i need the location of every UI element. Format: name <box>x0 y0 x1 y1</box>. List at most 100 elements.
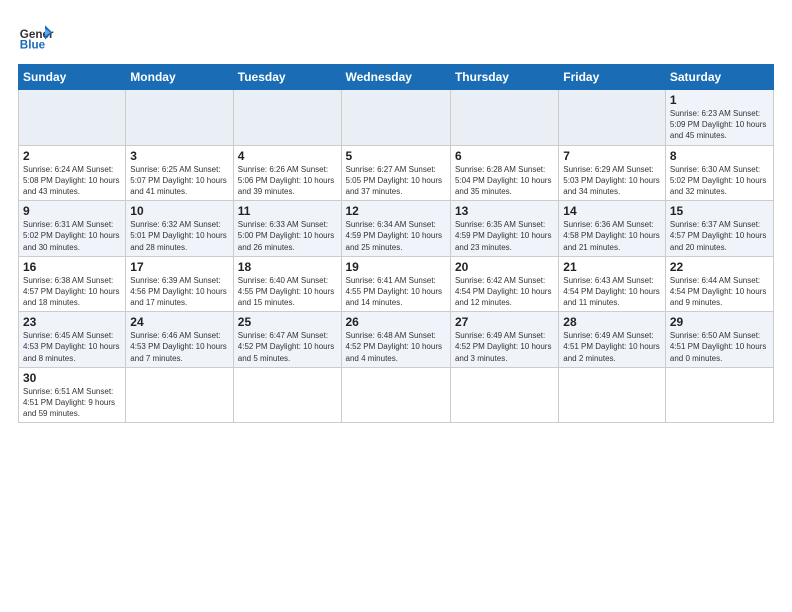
day-number: 11 <box>238 204 337 218</box>
calendar-cell: 2Sunrise: 6:24 AM Sunset: 5:08 PM Daylig… <box>19 145 126 201</box>
calendar-cell <box>233 90 341 146</box>
day-number: 18 <box>238 260 337 274</box>
calendar-cell <box>341 90 450 146</box>
calendar-cell: 5Sunrise: 6:27 AM Sunset: 5:05 PM Daylig… <box>341 145 450 201</box>
calendar-cell <box>19 90 126 146</box>
day-info: Sunrise: 6:31 AM Sunset: 5:02 PM Dayligh… <box>23 219 121 253</box>
day-info: Sunrise: 6:30 AM Sunset: 5:02 PM Dayligh… <box>670 164 769 198</box>
calendar-cell: 8Sunrise: 6:30 AM Sunset: 5:02 PM Daylig… <box>665 145 773 201</box>
calendar-cell: 17Sunrise: 6:39 AM Sunset: 4:56 PM Dayli… <box>126 256 233 312</box>
week-row-3: 9Sunrise: 6:31 AM Sunset: 5:02 PM Daylig… <box>19 201 774 257</box>
weekday-header-monday: Monday <box>126 65 233 90</box>
day-number: 1 <box>670 93 769 107</box>
day-number: 3 <box>130 149 228 163</box>
day-info: Sunrise: 6:45 AM Sunset: 4:53 PM Dayligh… <box>23 330 121 364</box>
day-number: 26 <box>346 315 446 329</box>
day-info: Sunrise: 6:26 AM Sunset: 5:06 PM Dayligh… <box>238 164 337 198</box>
calendar-cell: 25Sunrise: 6:47 AM Sunset: 4:52 PM Dayli… <box>233 312 341 368</box>
day-info: Sunrise: 6:38 AM Sunset: 4:57 PM Dayligh… <box>23 275 121 309</box>
calendar-cell <box>233 367 341 423</box>
calendar-cell <box>126 90 233 146</box>
day-number: 5 <box>346 149 446 163</box>
day-number: 23 <box>23 315 121 329</box>
day-number: 25 <box>238 315 337 329</box>
calendar-cell: 16Sunrise: 6:38 AM Sunset: 4:57 PM Dayli… <box>19 256 126 312</box>
week-row-4: 16Sunrise: 6:38 AM Sunset: 4:57 PM Dayli… <box>19 256 774 312</box>
calendar-cell: 27Sunrise: 6:49 AM Sunset: 4:52 PM Dayli… <box>450 312 558 368</box>
calendar-cell <box>559 90 666 146</box>
day-number: 2 <box>23 149 121 163</box>
calendar-cell: 22Sunrise: 6:44 AM Sunset: 4:54 PM Dayli… <box>665 256 773 312</box>
calendar-cell: 11Sunrise: 6:33 AM Sunset: 5:00 PM Dayli… <box>233 201 341 257</box>
day-info: Sunrise: 6:47 AM Sunset: 4:52 PM Dayligh… <box>238 330 337 364</box>
calendar-cell: 28Sunrise: 6:49 AM Sunset: 4:51 PM Dayli… <box>559 312 666 368</box>
weekday-header-row: SundayMondayTuesdayWednesdayThursdayFrid… <box>19 65 774 90</box>
day-info: Sunrise: 6:29 AM Sunset: 5:03 PM Dayligh… <box>563 164 661 198</box>
calendar-cell: 12Sunrise: 6:34 AM Sunset: 4:59 PM Dayli… <box>341 201 450 257</box>
day-number: 9 <box>23 204 121 218</box>
day-number: 14 <box>563 204 661 218</box>
weekday-header-friday: Friday <box>559 65 666 90</box>
day-info: Sunrise: 6:34 AM Sunset: 4:59 PM Dayligh… <box>346 219 446 253</box>
day-info: Sunrise: 6:44 AM Sunset: 4:54 PM Dayligh… <box>670 275 769 309</box>
day-number: 21 <box>563 260 661 274</box>
calendar-cell: 26Sunrise: 6:48 AM Sunset: 4:52 PM Dayli… <box>341 312 450 368</box>
week-row-2: 2Sunrise: 6:24 AM Sunset: 5:08 PM Daylig… <box>19 145 774 201</box>
day-number: 12 <box>346 204 446 218</box>
day-info: Sunrise: 6:33 AM Sunset: 5:00 PM Dayligh… <box>238 219 337 253</box>
calendar: SundayMondayTuesdayWednesdayThursdayFrid… <box>18 64 774 423</box>
calendar-cell: 6Sunrise: 6:28 AM Sunset: 5:04 PM Daylig… <box>450 145 558 201</box>
calendar-cell <box>450 90 558 146</box>
calendar-cell <box>665 367 773 423</box>
day-info: Sunrise: 6:23 AM Sunset: 5:09 PM Dayligh… <box>670 108 769 142</box>
page: General Blue SundayMondayTuesdayWednesda… <box>0 0 792 612</box>
day-number: 24 <box>130 315 228 329</box>
calendar-cell: 18Sunrise: 6:40 AM Sunset: 4:55 PM Dayli… <box>233 256 341 312</box>
calendar-cell: 4Sunrise: 6:26 AM Sunset: 5:06 PM Daylig… <box>233 145 341 201</box>
day-info: Sunrise: 6:41 AM Sunset: 4:55 PM Dayligh… <box>346 275 446 309</box>
week-row-1: 1Sunrise: 6:23 AM Sunset: 5:09 PM Daylig… <box>19 90 774 146</box>
day-number: 17 <box>130 260 228 274</box>
day-info: Sunrise: 6:51 AM Sunset: 4:51 PM Dayligh… <box>23 386 121 420</box>
day-number: 15 <box>670 204 769 218</box>
day-info: Sunrise: 6:35 AM Sunset: 4:59 PM Dayligh… <box>455 219 554 253</box>
logo-icon: General Blue <box>18 18 54 54</box>
calendar-cell: 19Sunrise: 6:41 AM Sunset: 4:55 PM Dayli… <box>341 256 450 312</box>
calendar-cell: 29Sunrise: 6:50 AM Sunset: 4:51 PM Dayli… <box>665 312 773 368</box>
day-info: Sunrise: 6:46 AM Sunset: 4:53 PM Dayligh… <box>130 330 228 364</box>
day-info: Sunrise: 6:48 AM Sunset: 4:52 PM Dayligh… <box>346 330 446 364</box>
weekday-header-saturday: Saturday <box>665 65 773 90</box>
calendar-cell: 24Sunrise: 6:46 AM Sunset: 4:53 PM Dayli… <box>126 312 233 368</box>
calendar-cell: 9Sunrise: 6:31 AM Sunset: 5:02 PM Daylig… <box>19 201 126 257</box>
calendar-cell: 10Sunrise: 6:32 AM Sunset: 5:01 PM Dayli… <box>126 201 233 257</box>
day-number: 4 <box>238 149 337 163</box>
day-number: 30 <box>23 371 121 385</box>
day-number: 16 <box>23 260 121 274</box>
day-info: Sunrise: 6:28 AM Sunset: 5:04 PM Dayligh… <box>455 164 554 198</box>
day-info: Sunrise: 6:49 AM Sunset: 4:52 PM Dayligh… <box>455 330 554 364</box>
day-number: 27 <box>455 315 554 329</box>
logo: General Blue <box>18 18 54 54</box>
weekday-header-thursday: Thursday <box>450 65 558 90</box>
weekday-header-sunday: Sunday <box>19 65 126 90</box>
weekday-header-tuesday: Tuesday <box>233 65 341 90</box>
day-number: 29 <box>670 315 769 329</box>
day-info: Sunrise: 6:25 AM Sunset: 5:07 PM Dayligh… <box>130 164 228 198</box>
day-number: 19 <box>346 260 446 274</box>
calendar-cell: 14Sunrise: 6:36 AM Sunset: 4:58 PM Dayli… <box>559 201 666 257</box>
calendar-cell: 30Sunrise: 6:51 AM Sunset: 4:51 PM Dayli… <box>19 367 126 423</box>
day-number: 8 <box>670 149 769 163</box>
header: General Blue <box>18 18 774 54</box>
day-number: 22 <box>670 260 769 274</box>
calendar-cell: 1Sunrise: 6:23 AM Sunset: 5:09 PM Daylig… <box>665 90 773 146</box>
svg-text:Blue: Blue <box>20 39 46 52</box>
day-info: Sunrise: 6:24 AM Sunset: 5:08 PM Dayligh… <box>23 164 121 198</box>
day-number: 7 <box>563 149 661 163</box>
calendar-cell: 20Sunrise: 6:42 AM Sunset: 4:54 PM Dayli… <box>450 256 558 312</box>
calendar-cell <box>341 367 450 423</box>
day-info: Sunrise: 6:49 AM Sunset: 4:51 PM Dayligh… <box>563 330 661 364</box>
calendar-cell <box>450 367 558 423</box>
calendar-cell: 13Sunrise: 6:35 AM Sunset: 4:59 PM Dayli… <box>450 201 558 257</box>
calendar-cell: 21Sunrise: 6:43 AM Sunset: 4:54 PM Dayli… <box>559 256 666 312</box>
calendar-cell: 23Sunrise: 6:45 AM Sunset: 4:53 PM Dayli… <box>19 312 126 368</box>
